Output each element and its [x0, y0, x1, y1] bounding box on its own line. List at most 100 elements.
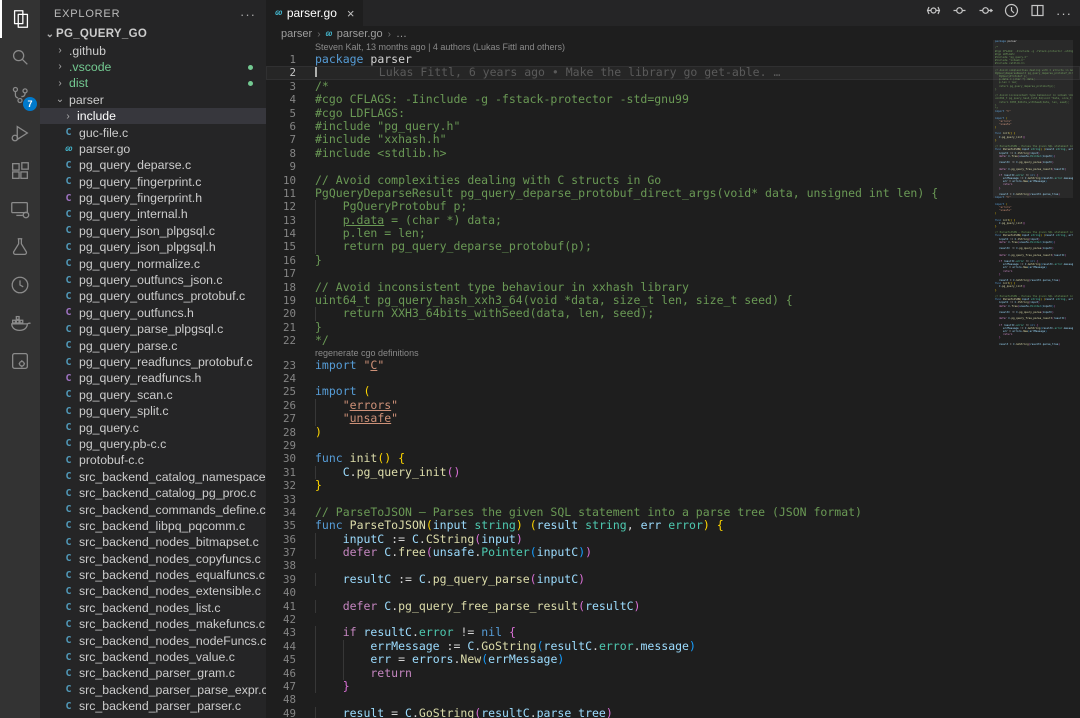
line-number: 34: [266, 506, 296, 519]
tree-root-pg_query_go[interactable]: ⌄PG_QUERY_GO: [40, 26, 266, 42]
tree-item-pg-query-normalize-c[interactable]: Cpg_query_normalize.c: [40, 255, 266, 271]
settings-tools-icon[interactable]: [0, 342, 40, 380]
tree-item-src-backend-nodes-list-c[interactable]: Csrc_backend_nodes_list.c: [40, 600, 266, 616]
breadcrumb-folder[interactable]: parser: [281, 28, 312, 40]
git-modified-dot: [248, 81, 253, 86]
tree-item-src-backend-parser-parse-expr-c[interactable]: Csrc_backend_parser_parse_expr.c: [40, 682, 266, 698]
tree-item-src-backend-nodes-equalfuncs-c[interactable]: Csrc_backend_nodes_equalfuncs.c: [40, 567, 266, 583]
c-file-icon: C: [61, 471, 76, 482]
code-line-22: 22*/: [266, 334, 1080, 347]
tree-item-dist[interactable]: ›dist: [40, 75, 266, 91]
tab-parser-go[interactable]: GO parser.go ×: [266, 0, 363, 26]
tree-item-pg-query-split-c[interactable]: Cpg_query_split.c: [40, 403, 266, 419]
line-number: 14: [266, 227, 296, 240]
remote-explorer-icon[interactable]: [0, 190, 40, 228]
code-line-16: 16}: [266, 254, 1080, 267]
tree-item-pg-query-json-plpgsql-c[interactable]: Cpg_query_json_plpgsql.c: [40, 223, 266, 239]
tree-item-pg-query-parse-plpgsql-c[interactable]: Cpg_query_parse_plpgsql.c: [40, 321, 266, 337]
code-line-11: 11PgQueryDeparseResult pg_query_deparse_…: [266, 187, 1080, 200]
tree-item-pg-query-parse-c[interactable]: Cpg_query_parse.c: [40, 337, 266, 353]
c-file-icon: C: [61, 225, 76, 236]
tree-item-src-backend-nodes-bitmapset-c[interactable]: Csrc_backend_nodes_bitmapset.c: [40, 534, 266, 550]
c-file-icon: C: [61, 652, 76, 663]
tree-item-src-backend-libpq-pqcomm-c[interactable]: Csrc_backend_libpq_pqcomm.c: [40, 518, 266, 534]
tree-item-pg-query-fingerprint-h[interactable]: Cpg_query_fingerprint.h: [40, 190, 266, 206]
tree-item-pg-query-pb-c-c[interactable]: Cpg_query.pb-c.c: [40, 436, 266, 452]
code-line-34: 34// ParseToJSON – Parses the given SQL …: [266, 506, 1080, 519]
tree-item-pg-query-outfuncs-h[interactable]: Cpg_query_outfuncs.h: [40, 305, 266, 321]
tree-item-pg-query-c[interactable]: Cpg_query.c: [40, 419, 266, 435]
tree-item-pg-query-outfuncs-json-c[interactable]: Cpg_query_outfuncs_json.c: [40, 272, 266, 288]
code-line-45: 45err = errors.New(errMessage): [266, 653, 1080, 666]
breadcrumb-file[interactable]: parser.go: [337, 28, 383, 40]
explorer-more-actions-icon[interactable]: ···: [240, 7, 256, 22]
tab-close-icon[interactable]: ×: [347, 6, 355, 21]
tree-item-src-backend-nodes-nodefuncs-c[interactable]: Csrc_backend_nodes_nodeFuncs.c: [40, 632, 266, 648]
codelens[interactable]: regenerate cgo definitions: [266, 348, 1080, 359]
c-file-icon: C: [61, 619, 76, 630]
explorer-title: EXPLORER: [54, 8, 120, 20]
tree-item-src-backend-catalog-namespace-c[interactable]: Csrc_backend_catalog_namespace.c: [40, 469, 266, 485]
tree-item-include[interactable]: ›include: [40, 108, 266, 124]
source-control-icon[interactable]: 7: [0, 76, 40, 114]
c-file-icon: C: [61, 275, 76, 286]
line-number: 3: [266, 80, 296, 93]
tree-item-src-backend-catalog-pg-proc-c[interactable]: Csrc_backend_catalog_pg_proc.c: [40, 485, 266, 501]
line-number: 18: [266, 281, 296, 294]
indent-guide: [315, 240, 343, 253]
tree-item-pg-query-fingerprint-c[interactable]: Cpg_query_fingerprint.c: [40, 174, 266, 190]
line-number: 7: [266, 133, 296, 146]
c-file-icon: C: [61, 324, 76, 335]
line-number: 6: [266, 120, 296, 133]
tree-item-parser[interactable]: ⌄parser: [40, 92, 266, 108]
more-actions-icon[interactable]: ···: [1056, 6, 1072, 21]
breadcrumb-symbol[interactable]: …: [396, 28, 407, 40]
go-file-icon: GO: [61, 145, 76, 153]
tree-item-src-backend-parser-parser-c[interactable]: Csrc_backend_parser_parser.c: [40, 698, 266, 714]
tree-item-pg-query-scan-c[interactable]: Cpg_query_scan.c: [40, 387, 266, 403]
tree-item--github[interactable]: ›.github: [40, 42, 266, 58]
split-editor-icon[interactable]: [1030, 3, 1045, 23]
tree-item-src-backend-nodes-copyfuncs-c[interactable]: Csrc_backend_nodes_copyfuncs.c: [40, 551, 266, 567]
c-file-icon: C: [61, 684, 76, 695]
tree-item-pg-query-readfuncs-protobuf-c[interactable]: Cpg_query_readfuncs_protobuf.c: [40, 354, 266, 370]
search-icon[interactable]: [0, 38, 40, 76]
gitlens-commit-next-icon[interactable]: [978, 3, 993, 23]
tree-item-protobuf-c-c[interactable]: Cprotobuf-c.c: [40, 452, 266, 468]
indent-guide: [315, 667, 343, 680]
tree-item-pg-query-deparse-c[interactable]: Cpg_query_deparse.c: [40, 157, 266, 173]
minimap-slider[interactable]: [993, 40, 1073, 198]
code-editor[interactable]: Steven Kalt, 13 months ago | 4 authors (…: [266, 42, 1080, 718]
gitlens-compare-icon[interactable]: [926, 3, 941, 23]
gitlens-commit-prev-icon[interactable]: [952, 3, 967, 23]
minimap[interactable]: package parser/*#cgo CFLAGS: -Iinclude -…: [993, 40, 1073, 362]
tree-item-parser-go[interactable]: GOparser.go: [40, 141, 266, 157]
timeline-icon[interactable]: [1004, 3, 1019, 23]
tree-item-src-backend-nodes-makefuncs-c[interactable]: Csrc_backend_nodes_makefuncs.c: [40, 616, 266, 632]
tree-item-src-backend-parser-gram-c[interactable]: Csrc_backend_parser_gram.c: [40, 665, 266, 681]
tree-item-pg-query-json-plpgsql-h[interactable]: Cpg_query_json_plpgsql.h: [40, 239, 266, 255]
docker-icon[interactable]: [0, 304, 40, 342]
explorer-icon[interactable]: [0, 0, 40, 38]
minimap-line: defer C.pg_query_free_parse_result(resul…: [993, 317, 1073, 320]
tree-item-pg-query-internal-h[interactable]: Cpg_query_internal.h: [40, 206, 266, 222]
run-debug-icon[interactable]: [0, 114, 40, 152]
code-line-4: 4#cgo CFLAGS: -Iinclude -g -fstack-prote…: [266, 93, 1080, 106]
gitlens-icon[interactable]: [0, 266, 40, 304]
extensions-icon[interactable]: [0, 152, 40, 190]
code-line-26: 26"errors": [266, 399, 1080, 412]
go-file-icon: GO: [326, 31, 332, 38]
tree-item-guc-file-c[interactable]: Cguc-file.c: [40, 124, 266, 140]
tree-item-src-backend-nodes-extensible-c[interactable]: Csrc_backend_nodes_extensible.c: [40, 583, 266, 599]
code-line-43: 43if resultC.error != nil {: [266, 626, 1080, 639]
tree-item--vscode[interactable]: ›.vscode: [40, 59, 266, 75]
c-file-icon: C: [61, 488, 76, 499]
tree-item-src-backend-nodes-value-c[interactable]: Csrc_backend_nodes_value.c: [40, 649, 266, 665]
testing-icon[interactable]: [0, 228, 40, 266]
tree-item-pg-query-readfuncs-h[interactable]: Cpg_query_readfuncs.h: [40, 370, 266, 386]
tree-item-pg-query-outfuncs-protobuf-c[interactable]: Cpg_query_outfuncs_protobuf.c: [40, 288, 266, 304]
tree-item-src-backend-commands-define-c[interactable]: Csrc_backend_commands_define.c: [40, 501, 266, 517]
line-number: 23: [266, 359, 296, 372]
indent-guide: [315, 573, 343, 586]
c-file-icon: C: [61, 520, 76, 531]
